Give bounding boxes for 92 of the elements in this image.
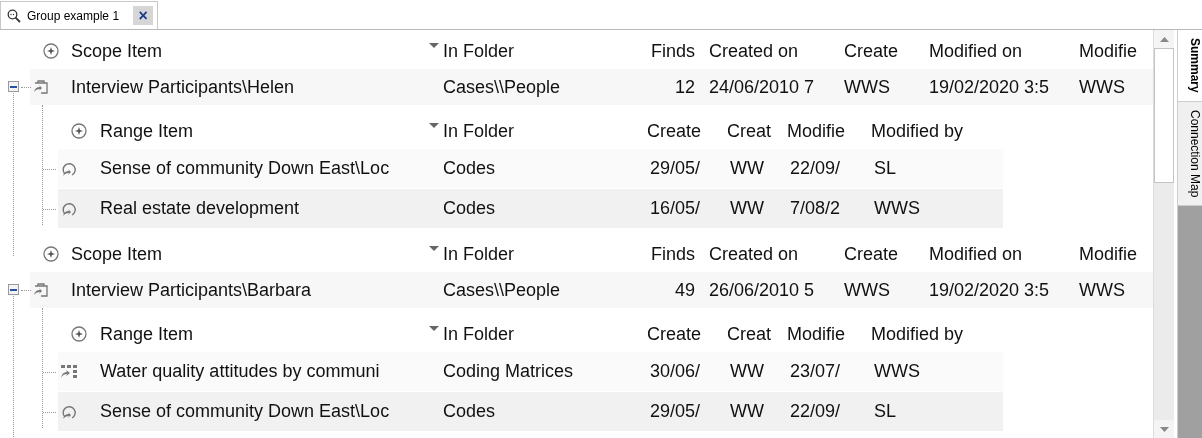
table-cell: Real estate development [100, 198, 300, 218]
table-cell: 23/07/ [790, 361, 841, 381]
document-tab[interactable]: Group example 1 × [0, 1, 159, 29]
table-cell: Sense of community Down East\Loc [100, 401, 390, 421]
table-cell: 49 [674, 279, 695, 300]
table-cell: WWS [844, 76, 890, 97]
column-header[interactable]: Scope Item [71, 40, 163, 61]
table-cell: Codes [443, 158, 496, 178]
range-row[interactable]: Sense of community Down East\Loc Codes 29/05/ WW 22/09/ SL [58, 149, 1003, 188]
matrix-icon [61, 365, 77, 378]
table-cell: 29/05/ [650, 401, 701, 421]
close-button[interactable]: × [133, 6, 154, 25]
column-header[interactable]: Modifie [1079, 40, 1138, 61]
column-header[interactable]: Range Item [100, 323, 194, 344]
table-cell: Sense of community Down East\Loc [100, 158, 390, 178]
column-header[interactable]: In Folder [443, 323, 515, 344]
table-cell: 22/09/ [790, 158, 841, 178]
table-cell: WWS [1079, 76, 1125, 97]
table-cell: Cases\\People [443, 279, 561, 300]
add-circle-icon[interactable] [71, 123, 87, 139]
table-cell: Water quality attitudes by communi [100, 361, 380, 381]
column-header[interactable]: Create [647, 120, 702, 141]
table-cell: Interview Participants\Barbara [71, 279, 312, 300]
table-cell: WWS [844, 279, 890, 300]
column-header[interactable]: Finds [651, 40, 695, 61]
tab-label: Group example 1 [27, 8, 120, 23]
table-cell: 19/02/2020 3:5 [929, 279, 1050, 300]
column-header[interactable]: Modified on [929, 243, 1023, 264]
table-cell: 19/02/2020 3:5 [929, 76, 1050, 97]
column-header[interactable]: In Folder [443, 243, 515, 264]
table-cell: WWS [874, 361, 920, 381]
table-cell: 16/05/ [650, 198, 701, 218]
column-header[interactable]: Creat [727, 120, 771, 141]
column-header[interactable]: Finds [651, 243, 695, 264]
table-cell: 24/06/2010 7 [709, 76, 815, 97]
column-header[interactable]: Create [844, 40, 899, 61]
add-circle-icon[interactable] [42, 246, 59, 262]
table-cell: 12 [674, 76, 695, 97]
scope-row[interactable]: Interview Participants\Helen Cases\\People 12 24/06/2010 7 WWS 19/02/2020 3:5 WWS [30, 69, 1154, 105]
collapse-toggle[interactable] [8, 284, 19, 295]
scroll-up-icon[interactable] [1159, 36, 1169, 42]
column-header[interactable]: Modifie [787, 323, 846, 344]
table-cell: 7/08/2 [790, 198, 841, 218]
table-cell: 22/09/ [790, 401, 841, 421]
briefcase-icon [33, 79, 49, 95]
scrollbar[interactable] [1153, 30, 1175, 438]
range-row[interactable]: Sense of community Down East\Loc Codes 29/05/ WW 22/09/ SL [58, 392, 1003, 431]
range-row[interactable]: Water quality attitudes by communi Coding Matrices 30/06/ WW 23/07/ WWS [58, 352, 1003, 391]
table-cell: WW [730, 401, 764, 421]
side-tab[interactable]: Summary [1178, 30, 1202, 102]
column-header[interactable]: Create [647, 323, 702, 344]
range-row[interactable]: Real estate development Codes 16/05/ WW 7/08/2 WWS [58, 189, 1003, 228]
table-cell: SL [874, 158, 897, 178]
column-header[interactable]: Modified on [929, 40, 1023, 61]
add-circle-icon[interactable] [71, 326, 87, 342]
table-cell: 26/06/2010 5 [709, 279, 815, 300]
column-header[interactable]: Creat [727, 323, 771, 344]
column-header[interactable]: Create [844, 243, 899, 264]
add-circle-icon[interactable] [42, 43, 59, 59]
table-cell: WWS [874, 198, 920, 218]
column-header[interactable]: Scope Item [71, 243, 163, 264]
code-icon [61, 403, 77, 420]
search-icon [7, 8, 21, 23]
column-header[interactable]: Range Item [100, 120, 194, 141]
table-cell: WW [730, 361, 764, 381]
code-icon [61, 160, 77, 177]
table-cell: WW [730, 158, 764, 178]
column-header[interactable]: Modifie [787, 120, 846, 141]
table-cell: Codes [443, 198, 496, 218]
side-tab[interactable]: Connection Map [1178, 101, 1202, 207]
column-header[interactable]: In Folder [443, 40, 515, 61]
scope-row[interactable]: Interview Participants\Barbara Cases\\People 49 26/06/2010 5 WWS 19/02/2020 3:5 WWS [30, 272, 1154, 308]
column-header[interactable]: Modifie [1079, 243, 1138, 264]
table-cell: Cases\\People [443, 76, 561, 97]
column-header[interactable]: Modified by [871, 120, 964, 141]
table-cell: WWS [1079, 279, 1125, 300]
table-cell: Coding Matrices [443, 361, 574, 381]
table-cell: Codes [443, 401, 496, 421]
column-header[interactable]: Created on [709, 243, 799, 264]
scroll-down-icon[interactable] [1159, 426, 1169, 432]
table-cell: Interview Participants\Helen [71, 76, 295, 97]
code-icon [61, 200, 77, 217]
table-cell: WW [730, 198, 764, 218]
collapse-toggle[interactable] [8, 81, 19, 92]
column-header[interactable]: Created on [709, 40, 799, 61]
briefcase-icon [33, 282, 49, 298]
table-cell: 30/06/ [650, 361, 701, 381]
column-header[interactable]: Modified by [871, 323, 964, 344]
scroll-thumb[interactable] [1154, 48, 1175, 183]
table-cell: SL [874, 401, 897, 421]
column-header[interactable]: In Folder [443, 120, 515, 141]
table-cell: 29/05/ [650, 158, 701, 178]
